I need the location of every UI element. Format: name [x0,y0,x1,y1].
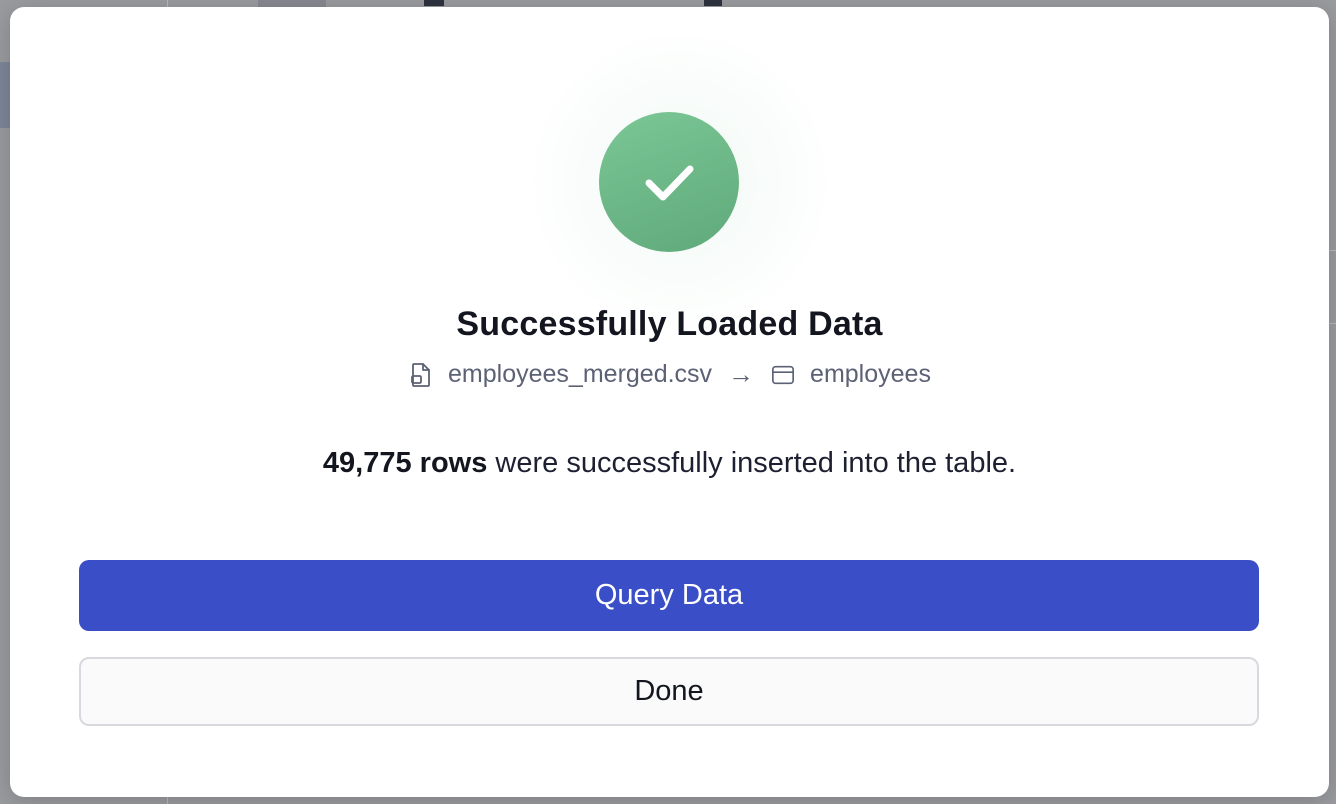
rows-message: were successfully inserted into the tabl… [487,447,1017,479]
background-divider [1328,323,1336,324]
table-icon [770,361,796,389]
rows-inserted-message: 49,775 rows were successfully inserted i… [10,447,1329,480]
success-dialog: Successfully Loaded Data employees_merge… [10,7,1329,797]
background-divider [167,796,168,804]
background-divider [1328,250,1336,251]
arrow-right-icon: → [728,359,755,389]
background-sidebar-highlight [0,62,10,128]
check-icon [599,112,739,252]
done-button[interactable]: Done [79,657,1259,726]
load-mapping: employees_merged.csv → employees [10,359,1329,390]
target-table-name: employees [810,360,931,388]
query-data-button[interactable]: Query Data [79,560,1259,631]
rows-count: 49,775 rows [322,447,488,479]
background-header-glyph [424,0,444,6]
dialog-title: Successfully Loaded Data [456,305,883,343]
source-file-name: employees_merged.csv [448,360,713,388]
background-header-glyph [704,0,722,6]
file-icon [408,361,434,389]
